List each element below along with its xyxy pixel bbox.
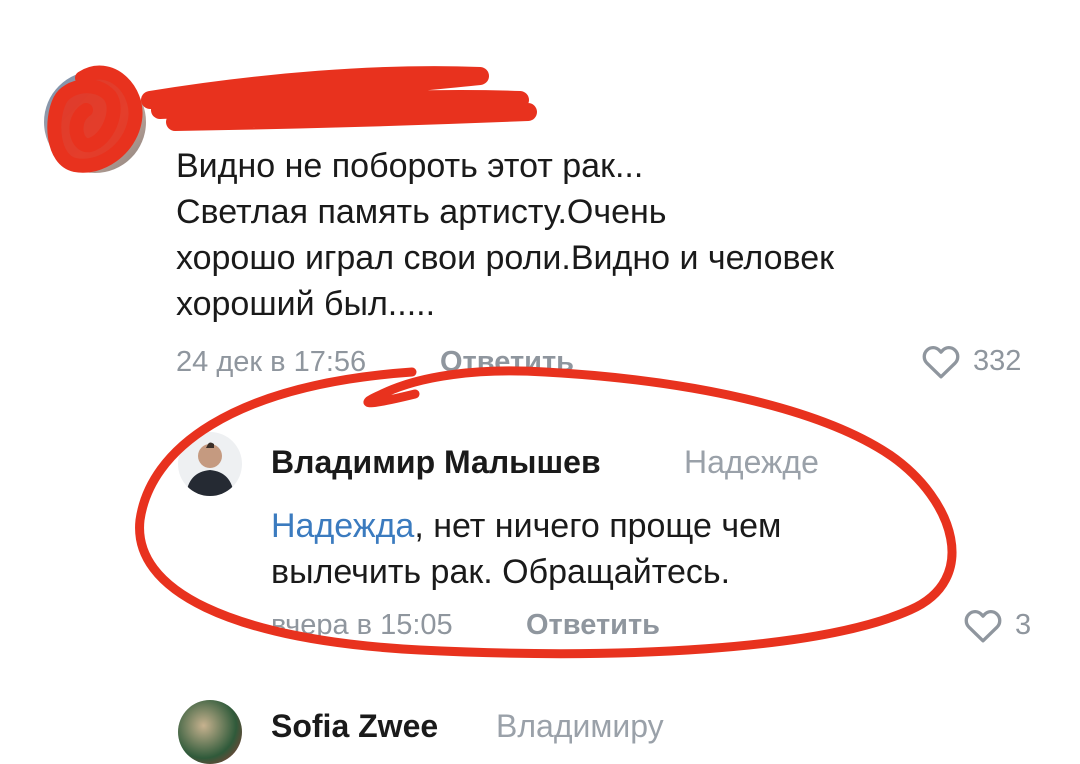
avatar-comment-2[interactable] (178, 432, 242, 496)
comment-2-line-1: Надежда, нет ничего проще чем (271, 503, 781, 549)
comment-2-author[interactable]: Владимир Малышев (271, 444, 601, 481)
comment-2-reply-button[interactable]: Ответить (526, 609, 660, 642)
comment-1-line-4: хороший был..... (176, 285, 436, 323)
comment-2-reply-to[interactable]: Надежде (684, 444, 819, 481)
comment-2-line-2: вылечить рак. Обращайтесь. (271, 553, 731, 591)
comment-1-line-1: Видно не побороть этот рак... (176, 147, 644, 185)
comment-1-like-count: 332 (973, 344, 1022, 377)
avatar-comment-3[interactable] (178, 700, 242, 764)
comment-1-timestamp: 24 дек в 17:56 (176, 346, 367, 378)
comment-2-text: Надежда, нет ничего проще чем вылечить р… (271, 503, 781, 595)
comment-1-reply-button[interactable]: Ответить (440, 346, 574, 379)
avatar-comment-1[interactable] (44, 71, 146, 173)
comment-1-text: Видно не побороть этот рак... Светлая па… (176, 143, 834, 327)
comment-3-reply-to[interactable]: Владимиру (496, 708, 664, 745)
comment-2-line-1-rest: , нет ничего проще чем (414, 507, 782, 545)
comment-3-author[interactable]: Sofia Zwee (271, 708, 438, 745)
comment-1-line-2: Светлая память артисту.Очень (176, 193, 667, 231)
comment-1-like-button[interactable]: 332 (921, 342, 1021, 380)
comment-2-like-count: 3 (1015, 608, 1032, 641)
name-scribble (141, 66, 537, 131)
comment-2-timestamp: вчера в 15:05 (271, 609, 453, 641)
comment-1-line-3: хорошо играл свои роли.Видно и человек (176, 239, 835, 277)
heart-outline-icon (921, 342, 961, 380)
heart-outline-icon (963, 606, 1003, 644)
comment-2-like-button[interactable]: 3 (963, 606, 1031, 644)
mention-link[interactable]: Надежда (271, 507, 414, 545)
